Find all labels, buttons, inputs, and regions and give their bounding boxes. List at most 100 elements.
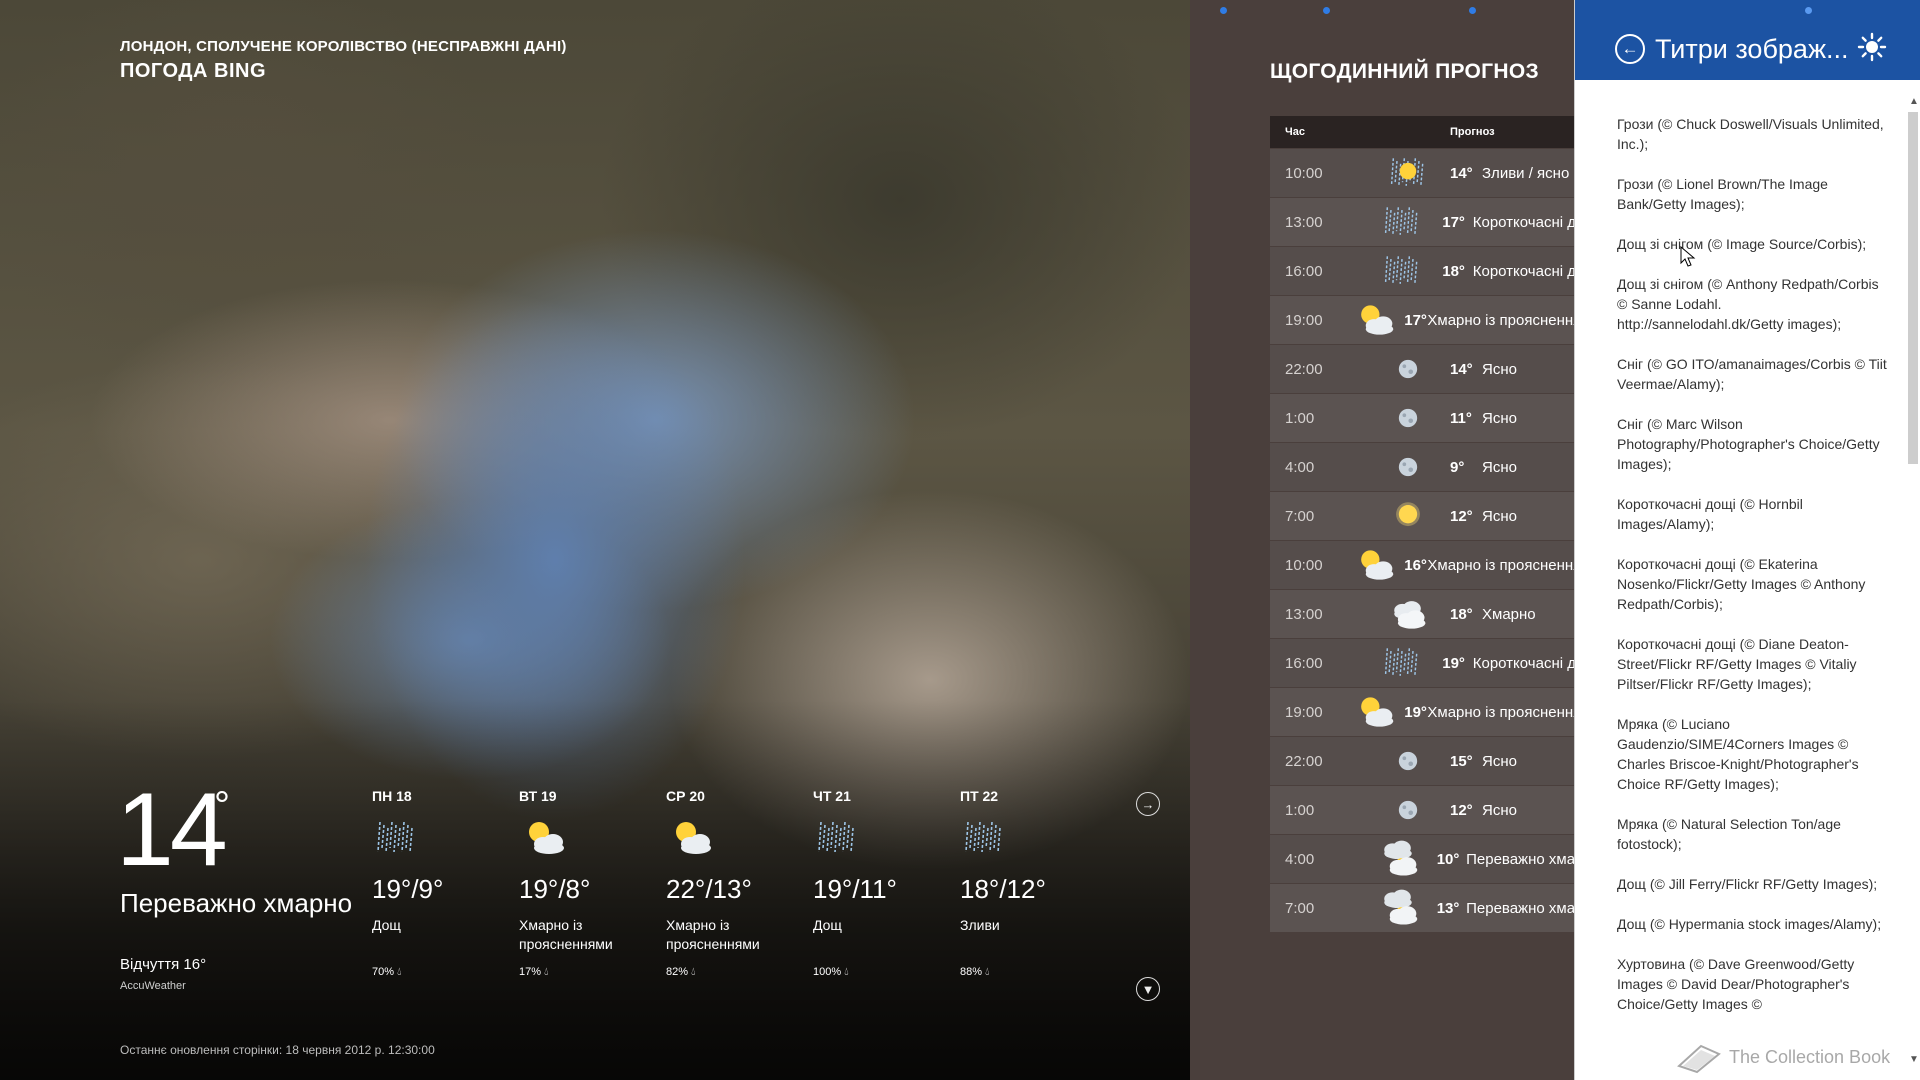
- credit-item: Грози (© Chuck Doswell/Visuals Unlimited…: [1617, 116, 1884, 152]
- hour-condition: Переважно хмарно: [1466, 899, 1574, 917]
- moon-icon: [1398, 457, 1417, 477]
- hour-temp: 19°: [1442, 654, 1465, 672]
- hour-time: 22:00: [1285, 752, 1323, 770]
- credit-item: Грози (© Lionel Brown/The Image Bank/Get…: [1617, 176, 1828, 212]
- hour-time: 4:00: [1285, 850, 1315, 868]
- credit-item: Короткочасні дощі (© Diane Deaton-Street…: [1617, 636, 1857, 692]
- next-days-arrow-icon[interactable]: →: [1136, 792, 1160, 816]
- hourly-forecast-section: ЩОГОДИННИЙ ПРОГНОЗ Час Прогноз 10:00 14°…: [1190, 0, 1574, 1080]
- day-condition: Хмарно із проясненнями: [519, 917, 613, 952]
- hour-condition: Хмарно із проясненнями: [1427, 703, 1574, 721]
- hour-temp: 16°: [1404, 556, 1427, 574]
- day-temp-range: 19°/9°: [372, 874, 444, 904]
- hour-temp: 17°: [1404, 311, 1427, 329]
- moon-icon: [1398, 359, 1417, 379]
- hourly-title: ЩОГОДИННИЙ ПРОГНОЗ: [1270, 60, 1539, 83]
- scroll-thumb[interactable]: [1908, 112, 1918, 464]
- hour-temp: 11°: [1450, 409, 1472, 427]
- hour-condition: Ясно: [1482, 801, 1517, 819]
- hourly-row: 22:00 14° Ясно: [1270, 345, 1574, 393]
- hour-temp: 15°: [1450, 752, 1473, 770]
- hourly-row: 22:00 15° Ясно: [1270, 737, 1574, 785]
- progress-dot: [1469, 7, 1476, 14]
- partly-cloudy-icon: [529, 822, 564, 854]
- credit-item: Сніг (© Marc Wilson Photography/Photogra…: [1617, 416, 1880, 472]
- hourly-row: 16:00 18° Короткочасні дощі: [1270, 247, 1574, 295]
- hourly-row: 13:00 17° Короткочасні дощі: [1270, 198, 1574, 246]
- rain-icon: [818, 821, 854, 853]
- day-name: СР 20: [666, 788, 705, 804]
- credit-item: Сніг (© GO ITO/amanaimages/Corbis © Tiit…: [1617, 356, 1887, 392]
- day-precip: 70% 💧︎: [372, 966, 402, 978]
- daily-forecast-1[interactable]: ПН 18 19°/9° Дощ 70% 💧︎: [372, 788, 522, 979]
- hour-condition: Хмарно із проясненнями: [1427, 311, 1574, 329]
- hourly-row: 13:00 18° Хмарно: [1270, 590, 1574, 638]
- sun-rain-icon: [1390, 158, 1423, 186]
- hour-temp: 19°: [1404, 703, 1427, 721]
- rain-icon: [965, 821, 1001, 853]
- credit-item: Мряка (© Luciano Gaudenzio/SIME/4Corners…: [1617, 716, 1859, 792]
- rain-icon: [1384, 207, 1418, 235]
- provider-link[interactable]: AccuWeather: [120, 980, 186, 992]
- hour-condition: Короткочасні дощі: [1472, 654, 1574, 672]
- weather-hero: ЛОНДОН, СПОЛУЧЕНЕ КОРОЛІВСТВО (НЕСПРАВЖН…: [0, 0, 1190, 1080]
- image-credits-panel: ← Титри зображ... Грози (© Chuck Doswell…: [1574, 0, 1920, 1080]
- last-updated: Останнє оновлення сторінки: 18 червня 20…: [120, 1043, 435, 1057]
- progress-dot: [1220, 7, 1227, 14]
- raindrop-icon: 💧︎: [397, 966, 402, 978]
- partly-cloudy-icon: [1360, 305, 1393, 335]
- moon-icon: [1398, 800, 1417, 820]
- moon-icon: [1398, 751, 1417, 771]
- rain-icon: [377, 821, 413, 853]
- hourly-row: 7:00 13° Переважно хмарно: [1270, 884, 1574, 932]
- scroll-down-arrow-icon[interactable]: ▼: [1136, 977, 1160, 1001]
- hour-time: 16:00: [1285, 262, 1323, 280]
- partly-cloudy-icon: [1360, 697, 1393, 727]
- day-name: ПН 18: [372, 788, 412, 804]
- hour-temp: 18°: [1442, 262, 1465, 280]
- day-temp-range: 19°/8°: [519, 874, 591, 904]
- hourly-row: 16:00 19° Короткочасні дощі: [1270, 639, 1574, 687]
- credit-item: Дощ (© Hypermania stock images/Alamy);: [1617, 916, 1882, 932]
- feels-like: Відчуття 16°: [120, 956, 207, 973]
- day-precip: 88% 💧︎: [960, 966, 990, 978]
- hour-time: 19:00: [1285, 703, 1323, 721]
- sun-settings-icon[interactable]: [1857, 32, 1887, 62]
- hour-condition: Ясно: [1482, 458, 1517, 476]
- back-arrow-icon[interactable]: ←: [1615, 34, 1645, 64]
- partly-cloudy-icon: [1360, 550, 1393, 580]
- partly-cloudy-icon: [676, 822, 711, 854]
- hour-time: 4:00: [1285, 458, 1315, 476]
- hourly-row: 19:00 17° Хмарно із проясненнями: [1270, 296, 1574, 344]
- daily-forecast-3[interactable]: СР 20 22°/13° Хмарно із проясненнями 82%…: [666, 788, 816, 979]
- hour-temp: 17°: [1442, 213, 1465, 231]
- hourly-row: 10:00 14° Зливи / ясно: [1270, 149, 1574, 197]
- cloudy-sun-icon: [1383, 889, 1417, 925]
- rain-icon: [1384, 648, 1418, 676]
- hour-temp: 12°: [1450, 507, 1473, 525]
- hour-condition: Короткочасні дощі: [1472, 213, 1574, 231]
- scroll-up-icon[interactable]: ▲: [1909, 96, 1919, 107]
- credit-item: Короткочасні дощі (© Hornbil Images/Alam…: [1617, 496, 1803, 532]
- credit-item: Дощ (© Jill Ferry/Flickr RF/Getty Images…: [1617, 876, 1878, 892]
- day-condition: Дощ: [813, 917, 842, 933]
- col-forecast: Прогноз: [1450, 126, 1495, 138]
- day-condition: Хмарно із проясненнями: [666, 917, 760, 952]
- daily-forecast-5[interactable]: ПТ 22 18°/12° Зливи 88% 💧︎: [960, 788, 1110, 979]
- daily-forecast-4[interactable]: ЧТ 21 19°/11° Дощ 100% 💧︎: [813, 788, 963, 979]
- hour-condition: Зливи / ясно: [1482, 164, 1570, 182]
- hourly-row: 4:00 10° Переважно хмарно: [1270, 835, 1574, 883]
- scroll-down-icon[interactable]: ▼: [1909, 1054, 1919, 1065]
- hour-temp: 9°: [1450, 458, 1465, 476]
- location-label[interactable]: ЛОНДОН, СПОЛУЧЕНЕ КОРОЛІВСТВО (НЕСПРАВЖН…: [120, 38, 567, 55]
- panel-title: Титри зображ...: [1655, 34, 1849, 64]
- hour-temp: 13°: [1436, 899, 1460, 917]
- hour-time: 1:00: [1285, 801, 1315, 819]
- daily-forecast-2[interactable]: ВТ 19 19°/8° Хмарно із проясненнями 17% …: [519, 788, 669, 979]
- hour-condition: Короткочасні дощі: [1472, 262, 1574, 280]
- hour-temp: 12°: [1450, 801, 1473, 819]
- day-precip: 17% 💧︎: [519, 966, 549, 978]
- current-degree-symbol: °: [214, 784, 230, 828]
- progress-dot: [1805, 7, 1812, 14]
- rain-icon: [1384, 256, 1418, 284]
